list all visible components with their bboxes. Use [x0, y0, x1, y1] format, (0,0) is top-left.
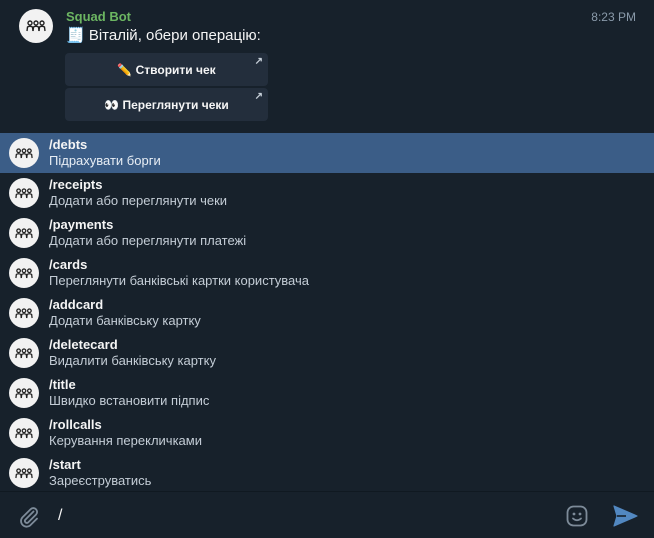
command-description: Додати або переглянути чеки	[49, 193, 228, 208]
external-arrow-icon: ↗	[254, 91, 263, 102]
group-icon	[15, 427, 33, 438]
bot-avatar	[9, 298, 39, 328]
group-icon	[15, 467, 33, 478]
sender-name[interactable]: Squad Bot	[66, 9, 131, 24]
command-item-payments[interactable]: /payments Додати або переглянути платежі	[0, 213, 654, 253]
bot-message: Squad Bot 8:23 PM 🧾 Віталій, обери опера…	[0, 0, 654, 132]
bot-avatar	[9, 258, 39, 288]
group-icon	[15, 347, 33, 358]
command-description: Зареєструватись	[49, 473, 152, 488]
bot-avatar	[9, 338, 39, 368]
command-description: Додати або переглянути платежі	[49, 233, 247, 248]
message-input[interactable]: /	[58, 507, 62, 525]
command-name: /title	[49, 377, 76, 392]
command-name: /rollcalls	[49, 417, 102, 432]
command-item-addcard[interactable]: /addcard Додати банківську картку	[0, 293, 654, 333]
command-suggestions: /debts Підрахувати борги /receipts Додат…	[0, 133, 654, 491]
command-description: Додати банківську картку	[49, 313, 201, 328]
bot-avatar	[9, 418, 39, 448]
group-icon	[15, 387, 33, 398]
emoji-icon[interactable]	[565, 504, 589, 528]
message-text: 🧾 Віталій, обери операцію:	[66, 27, 261, 44]
bot-avatar	[9, 218, 39, 248]
command-description: Переглянути банківські картки користувач…	[49, 273, 309, 288]
bot-avatar	[9, 378, 39, 408]
external-arrow-icon: ↗	[254, 56, 263, 67]
command-item-start[interactable]: /start Зареєструватись	[0, 453, 654, 493]
command-item-rollcalls[interactable]: /rollcalls Керування перекличками	[0, 413, 654, 453]
command-item-debts[interactable]: /debts Підрахувати борги	[0, 133, 654, 173]
message-time: 8:23 PM	[591, 10, 636, 24]
bot-avatar	[9, 138, 39, 168]
bot-avatar	[9, 458, 39, 488]
command-item-title[interactable]: /title Швидко встановити підпис	[0, 373, 654, 413]
command-item-deletecard[interactable]: /deletecard Видалити банківську картку	[0, 333, 654, 373]
command-name: /debts	[49, 137, 88, 152]
group-icon	[15, 227, 33, 238]
command-description: Підрахувати борги	[49, 153, 161, 168]
group-icon	[15, 147, 33, 158]
command-name: /cards	[49, 257, 88, 272]
create-receipt-label: ✏️ Створити чек	[117, 62, 216, 77]
command-description: Керування перекличками	[49, 433, 202, 448]
group-icon	[15, 307, 33, 318]
message-composer: /	[0, 491, 654, 538]
bot-avatar[interactable]	[19, 9, 53, 43]
command-name: /payments	[49, 217, 114, 232]
command-description: Видалити банківську картку	[49, 353, 216, 368]
command-name: /deletecard	[49, 337, 118, 352]
command-description: Швидко встановити підпис	[49, 393, 210, 408]
command-name: /receipts	[49, 177, 103, 192]
view-receipts-label: 👀 Переглянути чеки	[104, 97, 229, 112]
command-item-receipts[interactable]: /receipts Додати або переглянути чеки	[0, 173, 654, 213]
command-name: /addcard	[49, 297, 104, 312]
group-icon	[15, 187, 33, 198]
group-icon	[26, 20, 46, 32]
command-item-cards[interactable]: /cards Переглянути банківські картки кор…	[0, 253, 654, 293]
group-icon	[15, 267, 33, 278]
bot-avatar	[9, 178, 39, 208]
command-name: /start	[49, 457, 81, 472]
create-receipt-button[interactable]: ✏️ Створити чек ↗	[65, 53, 268, 86]
paperclip-icon[interactable]	[17, 505, 41, 529]
send-icon[interactable]	[613, 505, 638, 527]
view-receipts-button[interactable]: 👀 Переглянути чеки ↗	[65, 88, 268, 121]
